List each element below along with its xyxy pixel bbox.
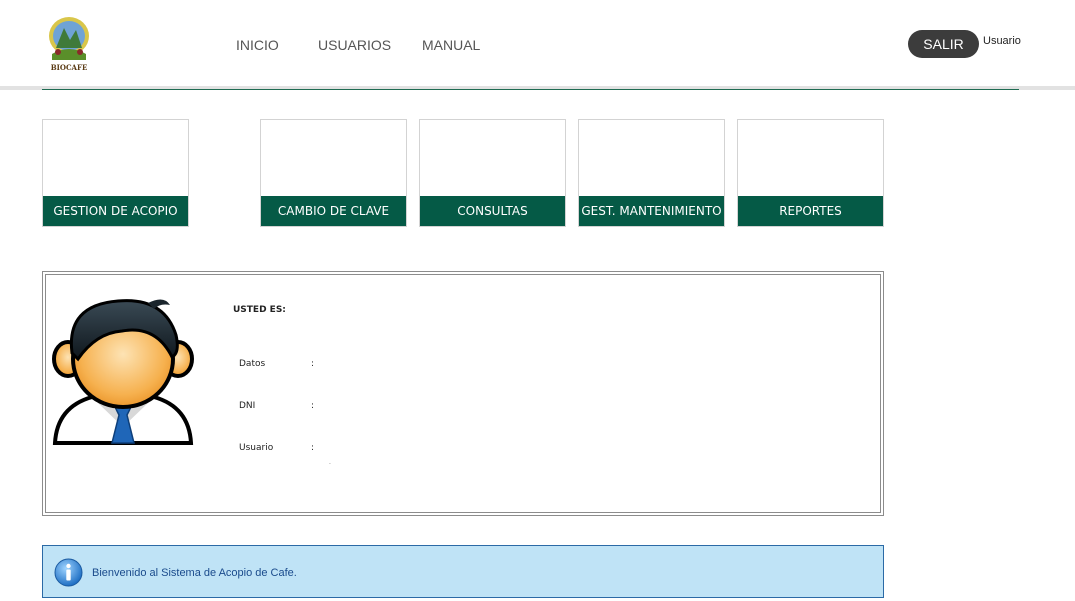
- field-dni-label: DNI: [239, 401, 256, 411]
- tile-gest-mantenimiento[interactable]: GEST. MANTENIMIENTO: [578, 119, 725, 227]
- nav-usuarios[interactable]: USUARIOS: [318, 37, 391, 53]
- user-avatar-icon: [52, 295, 194, 447]
- tile-label: GESTION DE ACOPIO: [43, 196, 188, 226]
- tile-consultas[interactable]: CONSULTAS: [419, 119, 566, 227]
- logo-wordmark: BIOCAFE: [51, 63, 88, 72]
- welcome-message: Bienvenido al Sistema de Acopio de Cafe.: [42, 545, 884, 598]
- field-datos-separator: :: [311, 359, 315, 369]
- field-usuario-separator: :: [311, 443, 315, 453]
- info-icon: [54, 558, 83, 587]
- header: BIOCAFE INICIO USUARIOS MANUAL SALIR Usu…: [0, 0, 1075, 86]
- header-accent-line: [42, 89, 1019, 90]
- field-usuario-label: Usuario: [239, 443, 274, 453]
- biocafe-logo[interactable]: BIOCAFE: [44, 14, 94, 74]
- tile-label: GEST. MANTENIMIENTO: [579, 196, 724, 226]
- trailing-mark: .: [329, 459, 331, 466]
- user-label: Usuario: [983, 35, 1021, 47]
- tile-label: CONSULTAS: [420, 196, 565, 226]
- tile-reportes[interactable]: REPORTES: [737, 119, 884, 227]
- welcome-message-text: Bienvenido al Sistema de Acopio de Cafe.: [92, 567, 297, 579]
- profile-heading: USTED ES:: [233, 305, 286, 315]
- tile-label: REPORTES: [738, 196, 883, 226]
- tile-label: CAMBIO DE CLAVE: [261, 196, 406, 226]
- field-datos-label: Datos: [239, 359, 266, 369]
- field-dni-separator: :: [311, 401, 315, 411]
- tile-cambio-clave[interactable]: CAMBIO DE CLAVE: [260, 119, 407, 227]
- user-profile-panel: USTED ES: Datos : DNI : Usuario : .: [42, 271, 884, 516]
- logout-button[interactable]: SALIR: [908, 30, 979, 58]
- tile-gestion-acopio[interactable]: GESTION DE ACOPIO: [42, 119, 189, 227]
- nav-manual[interactable]: MANUAL: [422, 37, 480, 53]
- profile-inner-frame: USTED ES: Datos : DNI : Usuario : .: [45, 274, 881, 513]
- nav-inicio[interactable]: INICIO: [236, 37, 279, 53]
